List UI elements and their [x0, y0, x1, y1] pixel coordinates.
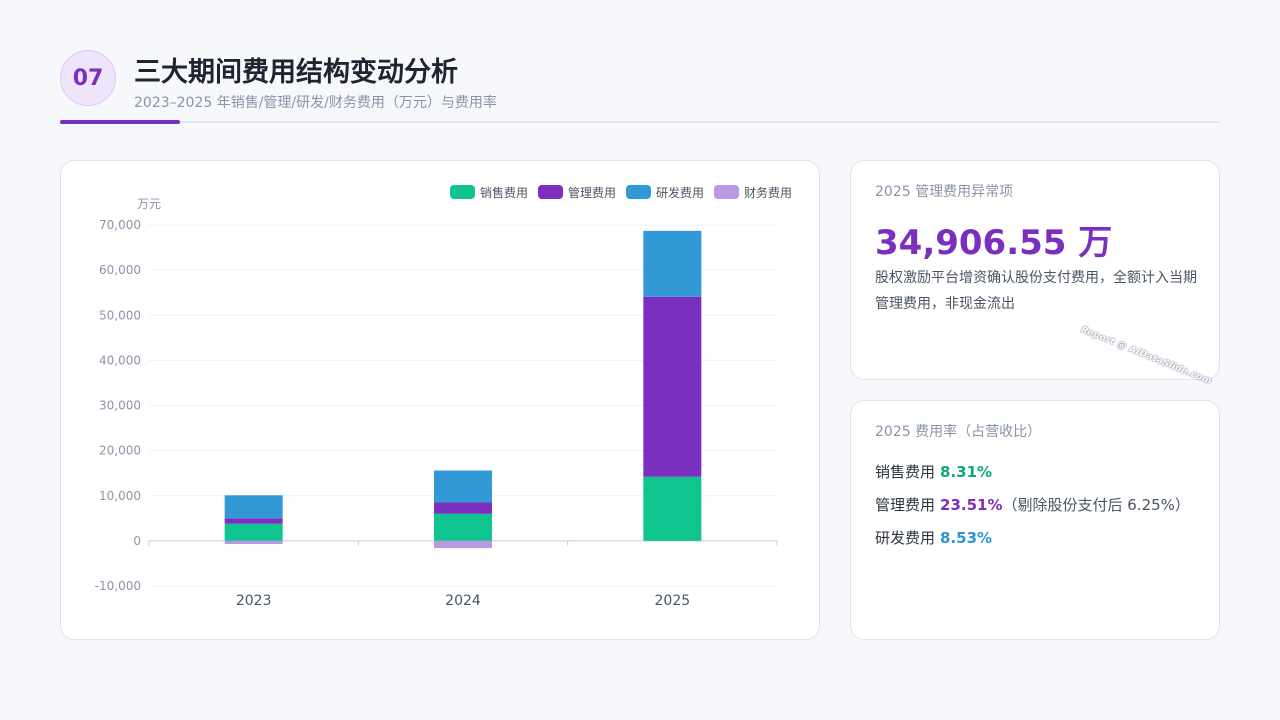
- anomaly-label: 2025 管理费用异常项: [875, 184, 1014, 200]
- header-divider: [60, 121, 1220, 123]
- rate-name: 研发费用: [875, 529, 936, 547]
- stacked-bar-chart: 万元 -10,000 0 10,000 20,000 30,000 40,000 50,000…: [95, 185, 792, 609]
- bar-segment: [224, 518, 283, 524]
- y-tick-label: 10,000: [99, 489, 141, 503]
- watermark: Report @ AIDataSlide.com: [1079, 325, 1213, 387]
- rate-row-admin: 管理费用 23.51%（剔除股份支付后 6.25%）: [875, 494, 1190, 515]
- rate-value: 23.51%: [940, 496, 1003, 514]
- y-axis-label: 万元: [137, 197, 161, 211]
- admin-expense-anomaly-card: 2025 管理费用异常项 34,906.55 万 股权激励平台增资确认股份支付费…: [850, 160, 1220, 387]
- page-subtitle: 2023–2025 年销售/管理/研发/财务费用（万元）与费用率: [134, 95, 497, 111]
- expense-chart-card: 万元 -10,000 0 10,000 20,000 30,000 40,000 50,000…: [60, 160, 820, 640]
- y-tick-label: -10,000: [95, 579, 141, 593]
- rate-name: 管理费用: [875, 496, 936, 514]
- rate-value: 8.53%: [940, 529, 993, 547]
- legend-swatch: [714, 185, 739, 199]
- bar-segment: [434, 470, 492, 503]
- legend-swatch: [450, 185, 475, 199]
- expense-rate-card: 2025 费用率（占营收比） 销售费用 8.31% 管理费用 23.51%（剔除股份…: [850, 400, 1220, 640]
- rate-value: 8.31%: [940, 463, 993, 481]
- bar-segment: [224, 540, 283, 545]
- bar-segment: [643, 296, 702, 477]
- rate-row-sales: 销售费用 8.31%: [875, 461, 992, 482]
- rate-name: 销售费用: [875, 463, 936, 481]
- y-tick-label: 70,000: [99, 218, 141, 232]
- y-tick-label: 40,000: [99, 353, 141, 367]
- rate-row-rd: 研发费用 8.53%: [875, 527, 992, 548]
- legend-swatch: [538, 185, 563, 199]
- section-number-badge: 07: [60, 50, 116, 106]
- header-divider-accent: [60, 120, 180, 124]
- legend-label: 研发费用: [656, 185, 704, 200]
- bar-segment: [643, 230, 702, 297]
- bar-segment: [434, 540, 492, 549]
- anomaly-description: 股权激励平台增资确认股份支付费用，全额计入当期管理费用，非现金流出: [875, 270, 1197, 312]
- y-tick-label: 0: [133, 534, 141, 548]
- bar-segment: [643, 476, 702, 541]
- legend-label: 管理费用: [568, 185, 616, 200]
- legend-label: 销售费用: [480, 185, 528, 200]
- bar-segment: [434, 502, 492, 514]
- x-tick-label: 2025: [655, 593, 691, 609]
- x-tick-label: 2023: [236, 593, 272, 609]
- bar-segment: [224, 495, 283, 519]
- bar-segment: [224, 523, 283, 541]
- rate-note: （剔除股份支付后 6.25%）: [1002, 496, 1190, 514]
- legend-label: 财务费用: [744, 185, 792, 200]
- y-tick-label: 60,000: [99, 263, 141, 277]
- y-tick-label: 50,000: [99, 308, 141, 322]
- y-tick-label: 30,000: [99, 399, 141, 413]
- y-tick-label: 20,000: [99, 444, 141, 458]
- anomaly-value: 34,906.55 万: [875, 223, 1113, 263]
- rate-card-label: 2025 费用率（占营收比）: [875, 424, 1042, 440]
- x-tick-label: 2024: [445, 593, 481, 609]
- legend-swatch: [626, 185, 651, 199]
- page-title: 三大期间费用结构变动分析: [134, 57, 458, 88]
- bar-segment: [434, 513, 492, 541]
